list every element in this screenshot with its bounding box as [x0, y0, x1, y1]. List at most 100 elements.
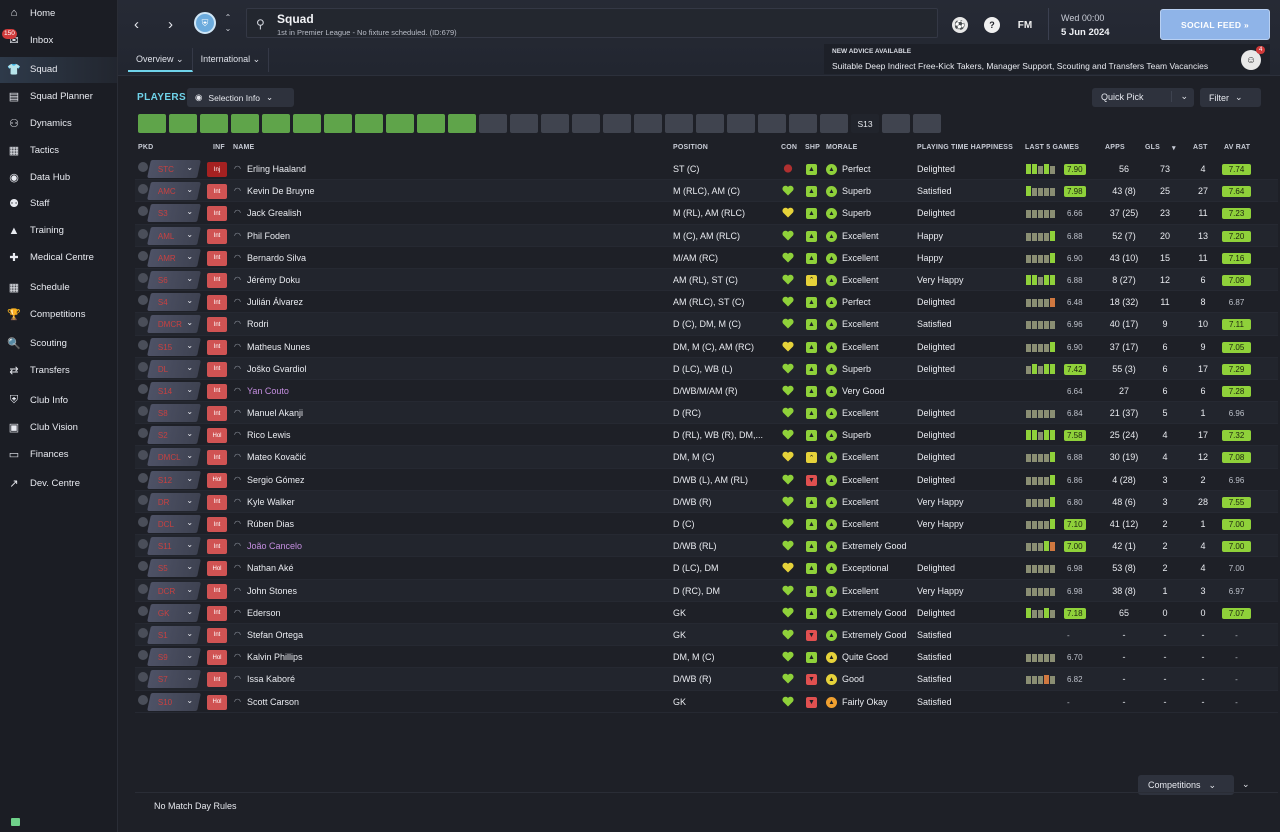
table-row[interactable]: STC ⌄ Inj ◠ Erling Haaland ST (C) ▲ ▲ Perfect Del… [135, 158, 1278, 181]
player-name[interactable]: Rodri [247, 319, 269, 329]
status-badge[interactable]: Int [207, 250, 227, 266]
pkd-marker[interactable] [138, 228, 148, 239]
position-chip-s8[interactable]: S8 [696, 114, 724, 133]
table-row[interactable]: S2 ⌄ Hol ◠ Rico Lewis D (RL), WB (R), DM,... ▲… [135, 424, 1278, 447]
pkd-marker[interactable] [138, 472, 148, 483]
player-name[interactable]: Jack Grealish [247, 208, 302, 218]
filter-button[interactable]: Filter ⌄ [1200, 88, 1261, 107]
status-badge[interactable]: Inj [207, 162, 227, 177]
pkd-marker[interactable] [138, 383, 148, 394]
position-chip-s9[interactable]: S9 [727, 114, 755, 133]
col-gls[interactable]: GLS [1145, 144, 1160, 151]
status-badge[interactable]: Int [207, 406, 227, 422]
pkd-marker[interactable] [138, 361, 148, 372]
table-row[interactable]: S11 ⌄ Int ◠ João Cancelo D/WB (RL) ▲ ▲ Extremely… [135, 535, 1278, 558]
role-selector[interactable]: DCL ⌄ [147, 515, 201, 533]
sidebar-item-training[interactable]: ▲ Training [0, 217, 117, 244]
col-name[interactable]: NAME [233, 144, 254, 151]
player-name[interactable]: Scott Carson [247, 697, 299, 707]
role-selector[interactable]: AML ⌄ [147, 226, 201, 245]
pkd-marker[interactable] [138, 583, 148, 594]
status-badge[interactable]: Int [207, 605, 227, 621]
table-row[interactable]: DR ⌄ Int ◠ Kyle Walker D/WB (R) ▲ ▲ Excellent Ver… [135, 490, 1278, 513]
role-selector[interactable]: S5 ⌄ [147, 559, 201, 578]
position-chip-s11[interactable]: S11 [789, 114, 817, 133]
role-selector[interactable]: STC ⌄ [147, 160, 201, 178]
table-row[interactable]: S7 ⌄ Int ◠ Issa Kaboré D/WB (R) ▼ ▲ Good Satisfie… [135, 668, 1278, 691]
position-chip-dl[interactable]: DL [262, 114, 290, 133]
selection-info-dropdown[interactable]: ◉ Selection Info ⌄ [187, 88, 294, 107]
table-row[interactable]: S3 ⌄ Int ◠ Jack Grealish M (RL), AM (RLC) ▲ ▲ Su… [135, 202, 1278, 225]
col-av-rat[interactable]: AV RAT [1224, 144, 1250, 151]
player-name[interactable]: Yan Couto [247, 386, 289, 396]
table-row[interactable]: DCL ⌄ Int ◠ Rúben Dias D (C) ▲ ▲ Excellent Very H… [135, 513, 1278, 536]
position-chip-aml[interactable]: AML [417, 114, 445, 133]
pkd-marker[interactable] [138, 428, 148, 439]
pkd-marker[interactable] [138, 317, 148, 328]
pkd-marker[interactable] [138, 539, 148, 550]
position-chip-s4[interactable]: S4 [572, 114, 600, 133]
sidebar-item-staff[interactable]: ⚉ Staff [0, 191, 117, 218]
pkd-marker[interactable] [138, 494, 148, 505]
forward-arrow-icon[interactable]: › [168, 16, 173, 33]
sidebar-item-tactics[interactable]: ▦ Tactics [0, 137, 117, 164]
position-chip-s12[interactable]: S12 [820, 114, 848, 133]
pkd-marker[interactable] [138, 250, 148, 261]
player-name[interactable]: Kalvin Phillips [247, 652, 303, 662]
sidebar-item-competitions[interactable]: 🏆 Competitions [0, 301, 117, 328]
table-row[interactable]: S9 ⌄ Hol ◠ Kalvin Phillips DM, M (C) ▲ ▲ Quite G… [135, 646, 1278, 669]
advice-banner[interactable]: NEW ADVICE AVAILABLE Suitable Deep Indir… [824, 44, 1270, 74]
status-badge[interactable]: Int [207, 295, 227, 311]
role-selector[interactable]: S2 ⌄ [147, 426, 201, 445]
sidebar-item-dev-centre[interactable]: ↗ Dev. Centre [0, 471, 117, 498]
position-chip-amr[interactable]: AMR [355, 114, 383, 133]
sort-desc-icon[interactable]: ▾ [1172, 144, 1176, 152]
role-selector[interactable]: S1 ⌄ [147, 625, 201, 644]
player-name[interactable]: Jérémy Doku [247, 275, 300, 285]
pkd-marker[interactable] [138, 694, 148, 705]
player-name[interactable]: Manuel Akanji [247, 408, 303, 418]
role-selector[interactable]: S4 ⌄ [147, 293, 201, 312]
status-badge[interactable]: Int [207, 317, 227, 333]
status-badge[interactable]: Int [207, 517, 227, 532]
table-row[interactable]: S4 ⌄ Int ◠ Julián Álvarez AM (RLC), ST (C) ▲ ▲ P… [135, 291, 1278, 314]
col-shp[interactable]: SHP [805, 144, 820, 151]
col-last5[interactable]: LAST 5 GAMES [1025, 144, 1079, 151]
role-selector[interactable]: S3 ⌄ [147, 204, 201, 223]
player-name[interactable]: Julián Álvarez [247, 297, 303, 307]
position-chip-dmcl[interactable]: DMCL [324, 114, 352, 133]
table-row[interactable]: DMCR ⌄ Int ◠ Rodri D (C), DM, M (C) ▲ ▲ Excellen… [135, 313, 1278, 336]
quick-pick-button[interactable]: Quick Pick ⌄ [1092, 88, 1194, 107]
player-name[interactable]: Bernardo Silva [247, 253, 306, 263]
col-ast[interactable]: AST [1193, 144, 1208, 151]
pkd-marker[interactable] [138, 272, 148, 283]
role-selector[interactable]: AMR ⌄ [147, 248, 201, 267]
sidebar-item-finances[interactable]: ▭ Finances [0, 441, 117, 468]
table-row[interactable]: AMR ⌄ Int ◠ Bernardo Silva M/AM (RC) ▲ ▲ Excelle… [135, 247, 1278, 269]
table-row[interactable]: S10 ⌄ Hol ◠ Scott Carson GK ▼ ▲ Fairly Okay Satis… [135, 691, 1278, 713]
table-row[interactable]: S6 ⌄ Int ◠ Jérémy Doku AM (RL), ST (C) ⌃ ▲ Excel… [135, 268, 1278, 292]
status-badge[interactable]: Int [207, 627, 227, 643]
pkd-marker[interactable] [138, 162, 148, 172]
game-date[interactable]: Wed 00:00 5 Jun 2024 [1048, 8, 1148, 40]
role-selector[interactable]: S15 ⌄ [147, 337, 201, 356]
status-badge[interactable]: Hol [207, 650, 227, 666]
chevron-down-icon[interactable]: ⌄ [1242, 779, 1250, 790]
col-morale[interactable]: MORALE [826, 144, 858, 151]
club-badge-icon[interactable]: ⛨ [194, 12, 216, 34]
status-badge[interactable]: Int [207, 339, 227, 355]
col-position[interactable]: POSITION [673, 144, 708, 151]
table-row[interactable]: S1 ⌄ Int ◠ Stefan Ortega GK ▼ ▲ Extremely Good Sa… [135, 623, 1278, 647]
pkd-marker[interactable] [138, 561, 148, 572]
status-badge[interactable]: Hol [207, 472, 227, 488]
player-name[interactable]: Kyle Walker [247, 497, 295, 507]
position-chip-s6[interactable]: S6 [634, 114, 662, 133]
player-name[interactable]: Mateo Kovačić [247, 452, 306, 462]
status-badge[interactable]: Hol [207, 694, 227, 710]
status-badge[interactable]: Int [207, 539, 227, 555]
status-badge[interactable]: Int [207, 184, 227, 200]
role-selector[interactable]: DMCR ⌄ [147, 315, 201, 334]
position-chip-s13[interactable]: S13 [851, 114, 879, 133]
status-badge[interactable]: Int [207, 206, 227, 222]
role-selector[interactable]: DL ⌄ [147, 359, 201, 378]
